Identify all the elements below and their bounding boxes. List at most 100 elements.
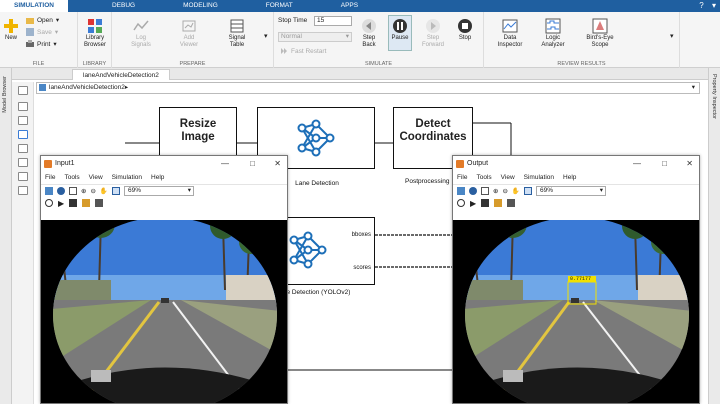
folder-icon <box>26 18 34 24</box>
birds-eye-scope-button[interactable]: Bird's-Eye Scope <box>582 18 618 49</box>
menu-simulation[interactable]: Simulation <box>524 172 554 184</box>
zoom-level-select[interactable]: 69% ▾ <box>536 186 606 196</box>
output-window-titlebar[interactable]: Output — □ ✕ <box>453 156 699 172</box>
menu-help[interactable]: Help <box>563 172 576 184</box>
minimize-icon[interactable]: — <box>633 156 641 172</box>
print-icon[interactable] <box>457 187 465 195</box>
zoom-in-icon[interactable]: ⊕ <box>81 187 86 195</box>
close-icon[interactable]: ✕ <box>686 156 693 172</box>
zoom-out-icon[interactable]: ⊖ <box>502 187 507 195</box>
model-tab[interactable]: laneAndVehicleDetection2 <box>72 69 170 80</box>
screenshot-icon[interactable] <box>18 186 28 195</box>
print-button[interactable]: Print ▾ <box>26 40 57 48</box>
pan-icon[interactable]: ✋ <box>512 187 520 195</box>
model-browser-panel[interactable]: Model Browser <box>0 68 12 404</box>
input-viewer-window[interactable]: Input1 — □ ✕ File Tools View Simulation … <box>40 155 288 404</box>
tab-format[interactable]: FORMAT <box>252 0 307 12</box>
new-button[interactable]: New <box>2 18 20 42</box>
highlight-icon[interactable] <box>82 199 91 207</box>
property-inspector-panel[interactable]: Property Inspector <box>708 68 720 404</box>
print-dropdown-icon[interactable]: ▾ <box>53 40 56 48</box>
window-controls[interactable]: ? ▾ <box>699 1 716 10</box>
simulation-mode-select[interactable]: Normal ▾ <box>278 32 352 42</box>
model-browser-label[interactable]: Model Browser <box>2 76 8 113</box>
library-group-label: LIBRARY <box>82 61 107 67</box>
fast-restart-button[interactable]: Fast Restart <box>280 47 326 55</box>
tab-simulation[interactable]: SIMULATION <box>0 0 68 12</box>
zoom-level-select[interactable]: 69% ▾ <box>124 186 194 196</box>
prepare-gallery-arrow-icon[interactable]: ▾ <box>264 32 268 40</box>
stop-icon[interactable] <box>69 199 78 207</box>
input-window-titlebar[interactable]: Input1 — □ ✕ <box>41 156 287 172</box>
snapshot-icon[interactable] <box>95 199 104 207</box>
log-signals-button[interactable]: Log Signals <box>126 18 156 49</box>
fit-to-view-icon[interactable] <box>524 187 532 195</box>
save-button[interactable]: Save ▾ <box>26 28 58 36</box>
add-viewer-button[interactable]: Add Viewer <box>174 18 204 49</box>
step-back-button[interactable]: Step Back <box>358 18 380 49</box>
select-icon[interactable] <box>481 187 489 195</box>
menu-view[interactable]: View <box>501 172 515 184</box>
minimize-icon[interactable]: — <box>221 156 229 172</box>
data-inspector-button[interactable]: Data Inspector <box>494 18 526 49</box>
area-icon[interactable] <box>18 172 28 181</box>
open-dropdown-icon[interactable]: ▾ <box>56 16 59 24</box>
toggle-arrow-icon[interactable] <box>18 130 28 139</box>
pause-icon[interactable] <box>457 199 465 207</box>
menu-file[interactable]: File <box>457 172 467 184</box>
step-forward-button[interactable]: Step Forward <box>420 18 446 49</box>
snapshot-icon[interactable] <box>507 199 516 207</box>
info-icon[interactable] <box>469 187 477 195</box>
info-icon[interactable] <box>57 187 65 195</box>
pan-icon[interactable]: ✋ <box>100 187 108 195</box>
yolo-network-icon <box>289 231 327 269</box>
logic-analyzer-button[interactable]: Logic Analyzer <box>536 18 570 49</box>
property-inspector-label[interactable]: Property Inspector <box>711 74 717 119</box>
menu-help[interactable]: Help <box>151 172 164 184</box>
save-dropdown-icon[interactable]: ▾ <box>55 28 58 36</box>
tab-debug[interactable]: DEBUG <box>98 0 149 12</box>
expand-ribbon-icon[interactable]: ▾ <box>712 1 716 10</box>
data-inspector-label: Data Inspector <box>497 35 523 48</box>
input-video-frame <box>41 220 287 403</box>
pause-button[interactable]: Pause <box>388 15 412 51</box>
highlight-icon[interactable] <box>494 199 503 207</box>
library-browser-button[interactable]: Library Browser <box>80 18 110 49</box>
maximize-icon[interactable]: □ <box>662 156 667 172</box>
open-button[interactable]: Open ▾ <box>26 16 59 24</box>
help-icon[interactable]: ? <box>699 1 703 10</box>
fit-view-icon[interactable] <box>18 116 28 125</box>
tab-apps[interactable]: APPS <box>327 0 372 12</box>
output-viewer-window[interactable]: Output — □ ✕ File Tools View Simulation … <box>452 155 700 404</box>
pause-icon[interactable] <box>45 199 53 207</box>
breadcrumb-model-name[interactable]: laneAndVehicleDetection2 <box>49 84 125 91</box>
zoom-in-icon[interactable] <box>18 102 28 111</box>
hide-explorer-icon[interactable] <box>18 86 28 95</box>
menu-tools[interactable]: Tools <box>64 172 79 184</box>
zoom-out-icon[interactable]: ⊖ <box>90 187 95 195</box>
menu-simulation[interactable]: Simulation <box>112 172 142 184</box>
menu-view[interactable]: View <box>89 172 103 184</box>
review-gallery-arrow-icon[interactable]: ▾ <box>670 32 674 40</box>
signal-table-button[interactable]: Signal Table <box>222 18 252 49</box>
zoom-in-icon[interactable]: ⊕ <box>493 187 498 195</box>
tab-modeling[interactable]: MODELING <box>169 0 232 12</box>
annotation-icon[interactable] <box>18 144 28 153</box>
step-icon[interactable]: ▶ <box>470 199 476 208</box>
maximize-icon[interactable]: □ <box>250 156 255 172</box>
stop-button[interactable]: Stop <box>452 18 478 42</box>
step-icon[interactable]: ▶ <box>58 199 64 208</box>
input-toolbar: ⊕ ⊖ ✋ 69% ▾ <box>41 184 287 197</box>
address-dropdown-icon[interactable]: ▾ <box>692 83 695 93</box>
model-breadcrumb[interactable]: laneAndVehicleDetection2▸ ▾ <box>36 82 700 94</box>
stop-icon[interactable] <box>481 199 490 207</box>
close-icon[interactable]: ✕ <box>274 156 281 172</box>
stop-time-input[interactable]: 15 <box>314 16 352 26</box>
menu-tools[interactable]: Tools <box>476 172 491 184</box>
print-icon[interactable] <box>45 187 53 195</box>
library-grid-icon <box>88 19 102 33</box>
menu-file[interactable]: File <box>45 172 55 184</box>
image-annotation-icon[interactable] <box>18 158 28 167</box>
select-icon[interactable] <box>69 187 77 195</box>
fit-to-view-icon[interactable] <box>112 187 120 195</box>
